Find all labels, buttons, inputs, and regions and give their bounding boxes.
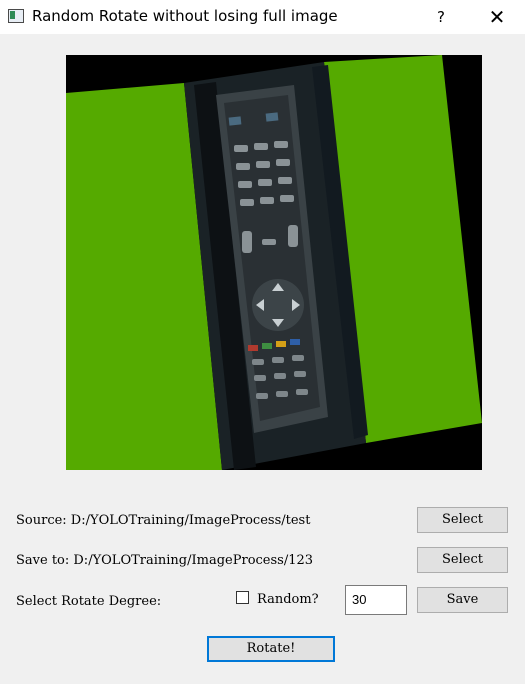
degree-input[interactable]: 30 <box>345 585 407 615</box>
rotated-image <box>66 55 482 470</box>
save-select-button[interactable]: Select <box>417 547 508 573</box>
window-title: Random Rotate without losing full image <box>32 7 338 25</box>
source-path-label: Source: D:/YOLOTraining/ImageProcess/tes… <box>16 513 311 528</box>
app-icon <box>8 9 24 23</box>
rotate-button[interactable]: Rotate! <box>207 636 335 662</box>
random-label[interactable]: Random? <box>257 592 319 607</box>
random-checkbox[interactable] <box>236 591 249 604</box>
save-path-label[interactable]: Save to: D:/YOLOTraining/ImageProcess/12… <box>16 553 313 568</box>
image-preview <box>66 55 482 470</box>
rotate-degree-label: Select Rotate Degree: <box>16 594 162 609</box>
save-button[interactable]: Save <box>417 587 508 613</box>
help-button[interactable]: ? <box>424 0 458 34</box>
close-button[interactable]: ✕ <box>478 0 516 34</box>
title-bar: Random Rotate without losing full image … <box>0 0 525 34</box>
source-select-button[interactable]: Select <box>417 507 508 533</box>
